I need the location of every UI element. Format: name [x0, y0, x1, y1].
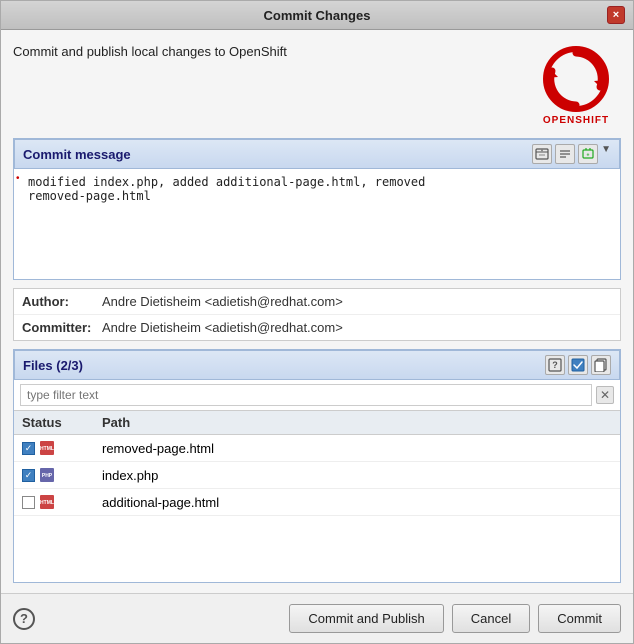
- files-label: Files (2/3): [23, 358, 83, 373]
- file-type-icon: PHP: [39, 467, 55, 483]
- file-checkbox[interactable]: [22, 469, 35, 482]
- author-row: Author: Andre Dietisheim <adietish@redha…: [14, 289, 620, 315]
- commit-message-label: Commit message: [23, 147, 131, 162]
- commit-icon-3[interactable]: +: [578, 144, 598, 164]
- file-path: removed-page.html: [102, 441, 612, 456]
- table-row: HTML removed-page.html: [14, 435, 620, 462]
- cancel-button[interactable]: Cancel: [452, 604, 530, 633]
- author-label: Author:: [22, 294, 102, 309]
- openshift-logo-svg: [542, 45, 610, 113]
- header-row: Commit and publish local changes to Open…: [13, 40, 621, 130]
- svg-text:+: +: [587, 153, 590, 159]
- files-icon-check[interactable]: [568, 355, 588, 375]
- openshift-label: OPENSHIFT: [543, 115, 609, 126]
- commit-message-header: Commit message + ▼: [14, 139, 620, 169]
- header-description: Commit and publish local changes to Open…: [13, 40, 287, 59]
- file-checkbox[interactable]: [22, 442, 35, 455]
- file-type-icon: HTML: [39, 494, 55, 510]
- commit-icon-1[interactable]: [532, 144, 552, 164]
- svg-text:?: ?: [552, 360, 558, 370]
- table-row: PHP index.php: [14, 462, 620, 489]
- col-status: Status: [22, 415, 102, 430]
- file-rows-container: HTML removed-page.html PHP index.php HTML add…: [14, 435, 620, 516]
- commit-icon-2[interactable]: [555, 144, 575, 164]
- svg-text:PHP: PHP: [42, 473, 53, 479]
- commit-changes-dialog: Commit Changes × Commit and publish loca…: [0, 0, 634, 644]
- files-icon-help[interactable]: ?: [545, 355, 565, 375]
- close-button[interactable]: ×: [607, 6, 625, 24]
- committer-row: Committer: Andre Dietisheim <adietish@re…: [14, 315, 620, 340]
- commit-and-publish-button[interactable]: Commit and Publish: [289, 604, 443, 633]
- files-section: Files (2/3) ? ✕: [13, 349, 621, 583]
- committer-value: Andre Dietisheim <adietish@redhat.com>: [102, 320, 343, 335]
- openshift-logo: OPENSHIFT: [531, 40, 621, 130]
- filter-row: ✕: [14, 380, 620, 411]
- file-path: additional-page.html: [102, 495, 612, 510]
- files-table: Status Path HTML removed-page.html PHP inde…: [14, 411, 620, 582]
- file-status-cell: PHP: [22, 467, 102, 483]
- commit-message-icons: + ▼: [532, 144, 611, 164]
- author-value: Andre Dietisheim <adietish@redhat.com>: [102, 294, 343, 309]
- commit-message-textarea[interactable]: [14, 169, 620, 279]
- title-bar: Commit Changes ×: [1, 1, 633, 30]
- svg-text:HTML: HTML: [40, 500, 54, 506]
- files-header: Files (2/3) ?: [14, 350, 620, 380]
- clear-filter-button[interactable]: ✕: [596, 386, 614, 404]
- committer-label: Committer:: [22, 320, 102, 335]
- file-checkbox[interactable]: [22, 496, 35, 509]
- help-button[interactable]: ?: [13, 608, 35, 630]
- files-table-header: Status Path: [14, 411, 620, 435]
- bottom-bar: ? Commit and Publish Cancel Commit: [1, 593, 633, 643]
- commit-button[interactable]: Commit: [538, 604, 621, 633]
- file-status-cell: HTML: [22, 494, 102, 510]
- file-status-cell: HTML: [22, 440, 102, 456]
- filter-input[interactable]: [20, 384, 592, 406]
- author-committer-block: Author: Andre Dietisheim <adietish@redha…: [13, 288, 621, 341]
- dialog-body: Commit and publish local changes to Open…: [1, 30, 633, 593]
- table-row: HTML additional-page.html: [14, 489, 620, 516]
- svg-text:HTML: HTML: [40, 446, 54, 452]
- cursor-indicator: •: [16, 174, 20, 184]
- file-path: index.php: [102, 468, 612, 483]
- files-icon-copy[interactable]: [591, 355, 611, 375]
- col-path: Path: [102, 415, 612, 430]
- files-header-icons: ?: [545, 355, 611, 375]
- file-type-icon: HTML: [39, 440, 55, 456]
- commit-message-section: Commit message + ▼ •: [13, 138, 621, 280]
- dropdown-arrow[interactable]: ▼: [601, 144, 611, 164]
- dialog-title: Commit Changes: [27, 8, 607, 23]
